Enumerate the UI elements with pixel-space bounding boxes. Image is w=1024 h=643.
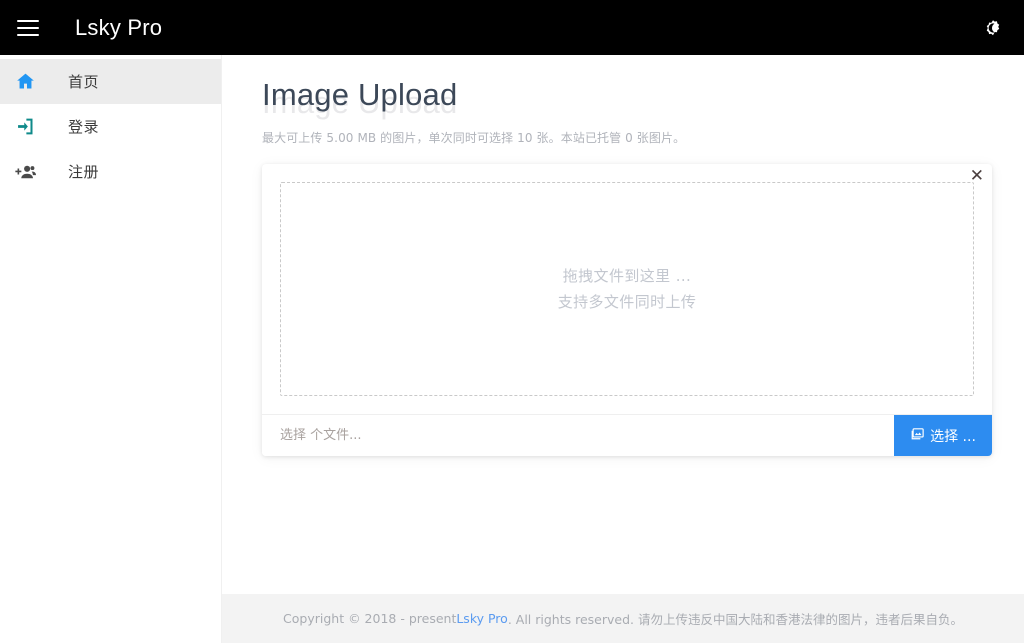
file-path-input[interactable] bbox=[262, 415, 894, 456]
login-icon bbox=[12, 114, 38, 140]
sidebar: 首页 登录 注册 bbox=[0, 55, 222, 643]
close-icon[interactable]: ✕ bbox=[970, 168, 984, 185]
footer-link-lsky-pro[interactable]: Lsky Pro bbox=[456, 611, 507, 626]
page-title: Image Upload bbox=[262, 77, 457, 113]
sidebar-item-login[interactable]: 登录 bbox=[0, 104, 221, 149]
sidebar-item-label: 登录 bbox=[68, 116, 99, 137]
brand-title: Lsky Pro bbox=[75, 15, 162, 41]
page-title-wrap: Image Upload Image Upload bbox=[262, 77, 1024, 123]
upload-card-body: 拖拽文件到这里 ... 支持多文件同时上传 bbox=[262, 164, 992, 414]
footer: Copyright © 2018 - present Lsky Pro. All… bbox=[222, 594, 1024, 643]
hamburger-bar bbox=[17, 20, 39, 22]
upload-limits-text: 最大可上传 5.00 MB 的图片，单次同时可选择 10 张。本站已托管 0 张… bbox=[262, 129, 1024, 146]
upload-card: ✕ 拖拽文件到这里 ... 支持多文件同时上传 bbox=[262, 164, 992, 456]
dropzone-line-2: 支持多文件同时上传 bbox=[558, 289, 697, 315]
choose-file-button[interactable]: 选择 ... bbox=[894, 415, 992, 456]
sidebar-item-label: 注册 bbox=[68, 161, 99, 182]
main-content: Image Upload Image Upload 最大可上传 5.00 MB … bbox=[222, 55, 1024, 594]
hamburger-icon[interactable] bbox=[17, 20, 39, 36]
home-icon bbox=[12, 69, 38, 95]
dropzone[interactable]: 拖拽文件到这里 ... 支持多文件同时上传 bbox=[280, 182, 974, 396]
hamburger-bar bbox=[17, 34, 39, 36]
image-icon bbox=[910, 426, 925, 445]
hamburger-bar bbox=[17, 27, 39, 29]
dropzone-line-1: 拖拽文件到这里 ... bbox=[563, 263, 691, 289]
file-input-group: 选择 ... bbox=[262, 414, 992, 456]
brightness-toggle-icon[interactable] bbox=[976, 11, 1010, 45]
footer-suffix: . All rights reserved. 请勿上传违反中国大陆和香港法律的图… bbox=[508, 609, 963, 628]
choose-file-label: 选择 ... bbox=[930, 426, 976, 446]
app-root: Lsky Pro 首页 登录 bbox=[0, 0, 1024, 643]
top-navbar: Lsky Pro bbox=[0, 0, 1024, 55]
footer-prefix: Copyright © 2018 - present bbox=[283, 611, 456, 626]
person-add-icon bbox=[12, 159, 38, 185]
sidebar-item-register[interactable]: 注册 bbox=[0, 149, 221, 194]
sidebar-item-label: 首页 bbox=[68, 71, 99, 92]
sidebar-item-home[interactable]: 首页 bbox=[0, 59, 221, 104]
